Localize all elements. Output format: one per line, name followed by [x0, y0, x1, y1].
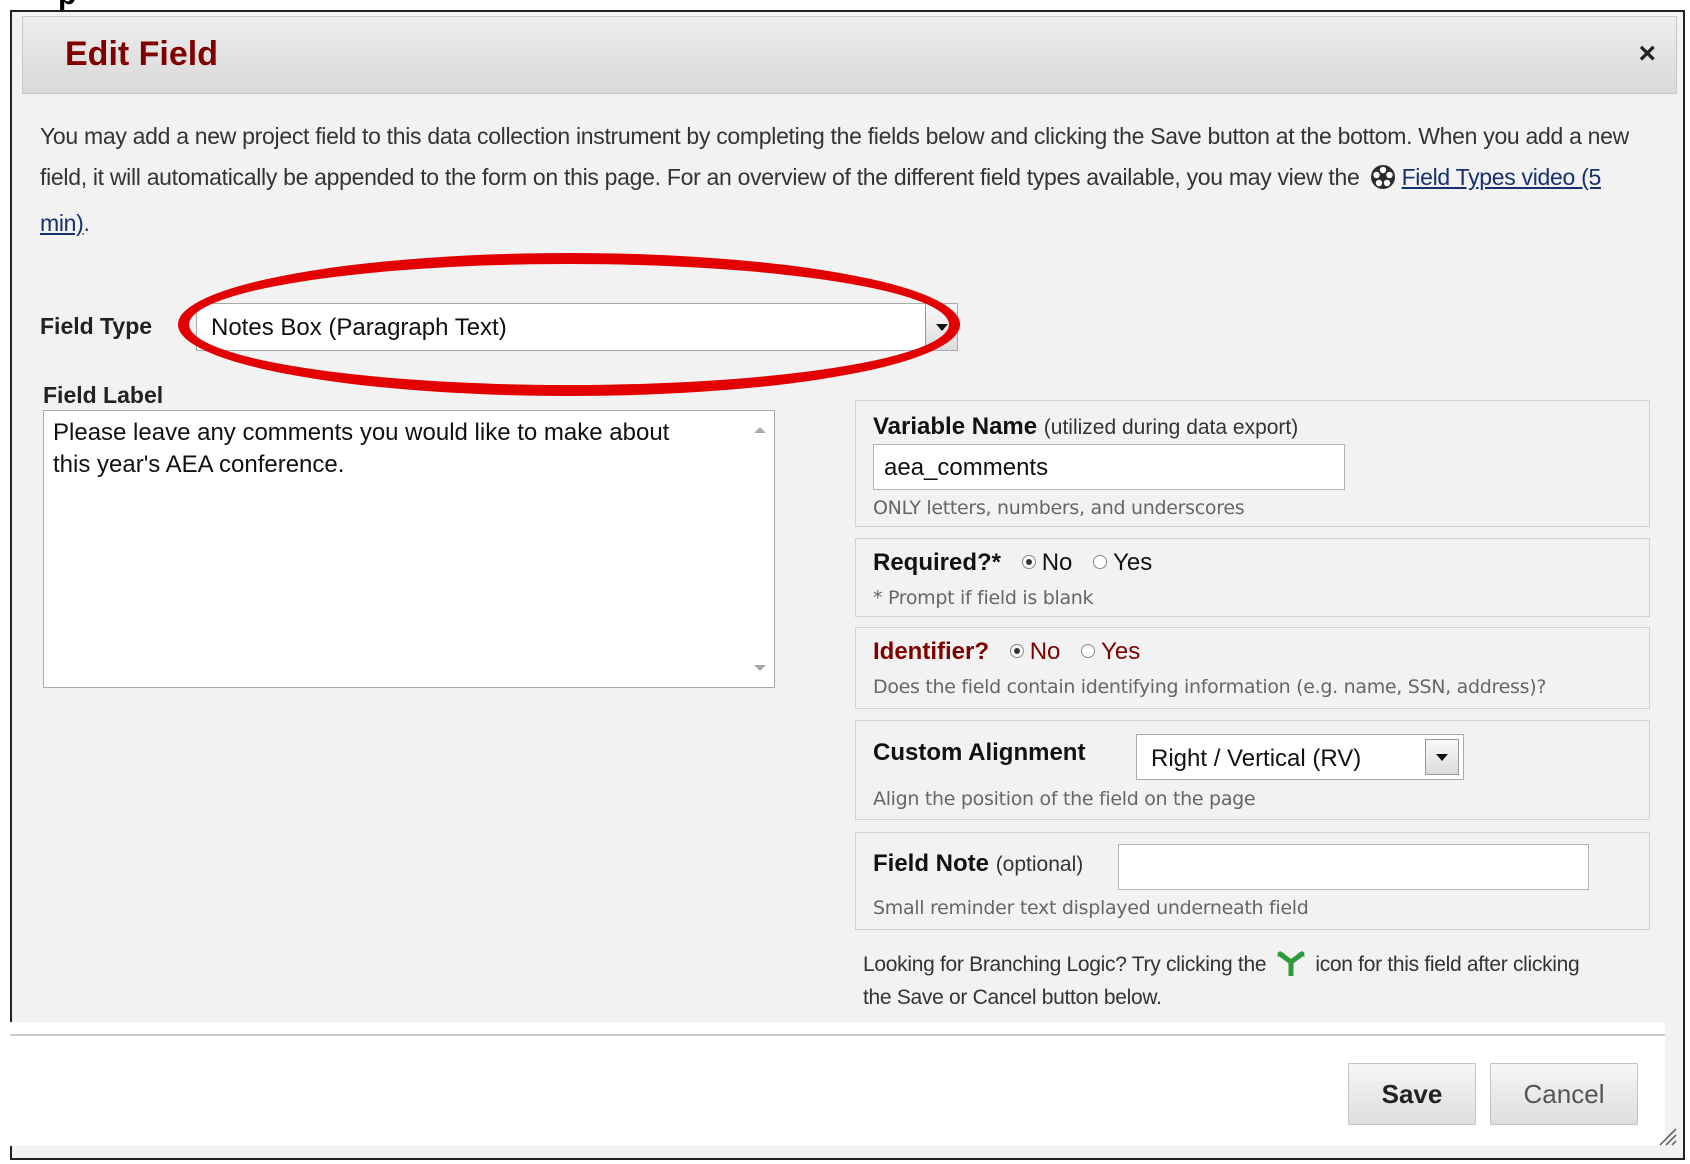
required-title: Required?* [873, 549, 1002, 576]
required-no-label[interactable]: No [1042, 549, 1073, 576]
intro-end: . [83, 210, 90, 236]
required-yes-label[interactable]: Yes [1113, 549, 1152, 576]
identifier-title: Identifier? [873, 638, 990, 665]
branching-logic-icon [1276, 950, 1306, 984]
custom-alignment-value: Right / Vertical (RV) [1151, 745, 1362, 772]
intro-paragraph: You may add a new project field to this … [40, 116, 1630, 244]
close-icon[interactable]: × [1638, 37, 1656, 71]
dialog-title: Edit Field [65, 35, 218, 73]
identifier-panel: Identifier? No Yes Does the field contai… [855, 627, 1650, 709]
required-hint: * Prompt if field is blank [873, 587, 1094, 609]
field-note-hint: Small reminder text displayed underneath… [873, 897, 1309, 919]
field-type-label: Field Type [40, 313, 153, 339]
branching-text-before: Looking for Branching Logic? Try clickin… [863, 953, 1267, 976]
variable-name-title-text: Variable Name [873, 413, 1038, 440]
annotation-red-ellipse [178, 253, 960, 396]
dropdown-arrow-icon[interactable] [1425, 739, 1459, 775]
field-label-textarea[interactable]: Please leave any comments you would like… [43, 410, 775, 688]
field-note-subtitle: (optional) [995, 853, 1084, 876]
scroll-up-icon[interactable] [754, 427, 766, 433]
field-note-title-text: Field Note [873, 850, 990, 877]
custom-alignment-panel: Custom Alignment Right / Vertical (RV) A… [855, 720, 1650, 820]
field-note-input[interactable] [1118, 844, 1589, 890]
field-note-title: Field Note (optional) [873, 850, 1083, 878]
variable-name-title: Variable Name (utilized during data expo… [873, 413, 1298, 441]
field-label-heading: Field Label [43, 382, 164, 408]
custom-alignment-select[interactable]: Right / Vertical (RV) [1136, 734, 1464, 780]
custom-alignment-title: Custom Alignment [873, 739, 1086, 766]
variable-name-subtitle: (utilized during data export) [1043, 416, 1299, 439]
required-yes-radio[interactable] [1093, 555, 1108, 569]
save-button[interactable]: Save [1348, 1063, 1476, 1125]
identifier-yes-radio[interactable] [1081, 644, 1096, 658]
resize-grip-icon[interactable] [1656, 1125, 1678, 1152]
textarea-scrollbar[interactable] [744, 411, 774, 687]
film-reel-icon [1370, 162, 1396, 203]
cancel-button[interactable]: Cancel [1490, 1063, 1638, 1125]
branching-logic-note: Looking for Branching Logic? Try clickin… [863, 950, 1603, 1012]
required-row: Required?* No Yes [873, 549, 1152, 577]
required-no-radio[interactable] [1021, 555, 1036, 569]
identifier-hint: Does the field contain identifying infor… [873, 676, 1547, 698]
field-label-text: Please leave any comments you would like… [53, 419, 670, 478]
scroll-down-icon[interactable] [754, 665, 766, 671]
variable-name-value: aea_comments [884, 454, 1049, 481]
required-panel: Required?* No Yes * Prompt if field is b… [855, 538, 1650, 617]
identifier-no-label[interactable]: No [1030, 638, 1061, 665]
field-note-panel: Field Note (optional) Small reminder tex… [855, 832, 1650, 930]
dialog-titlebar[interactable]: Edit Field × [22, 16, 1677, 94]
identifier-yes-label[interactable]: Yes [1101, 638, 1140, 665]
variable-name-panel: Variable Name (utilized during data expo… [855, 400, 1650, 527]
variable-name-input[interactable]: aea_comments [873, 444, 1345, 490]
variable-name-hint: ONLY letters, numbers, and underscores [873, 497, 1245, 519]
footer-divider [10, 1034, 1665, 1036]
custom-alignment-hint: Align the position of the field on the p… [873, 788, 1256, 810]
identifier-no-radio[interactable] [1009, 644, 1024, 658]
identifier-row: Identifier? No Yes [873, 638, 1140, 666]
